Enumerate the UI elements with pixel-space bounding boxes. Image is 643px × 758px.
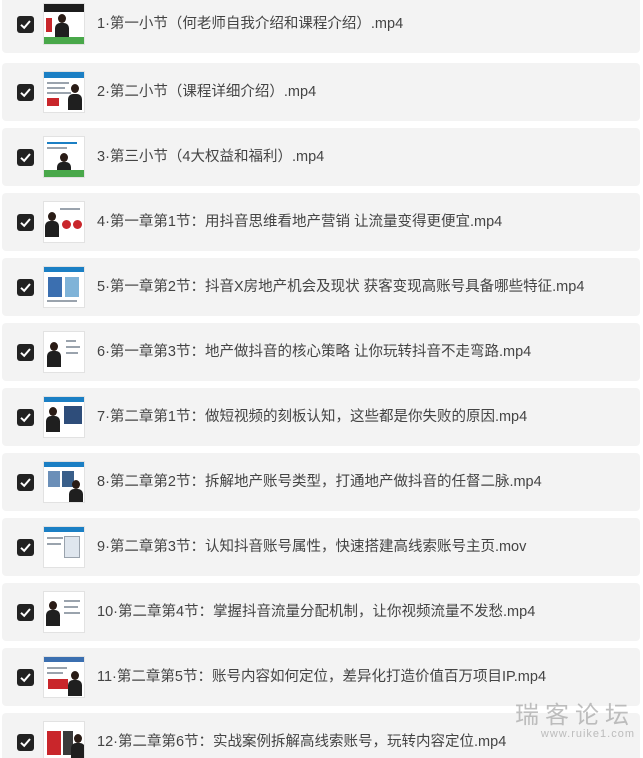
checkbox-checked-icon[interactable]	[17, 16, 34, 33]
list-item[interactable]: 11·第二章第5节：账号内容如何定位，差异化打造价值百万项目IP.mp4	[2, 648, 640, 706]
video-thumbnail	[43, 3, 85, 45]
list-item[interactable]: 9·第二章第3节：认知抖音账号属性，快速搭建高线索账号主页.mov	[2, 518, 640, 576]
video-thumbnail	[43, 461, 85, 503]
file-name: 9·第二章第3节：认知抖音账号属性，快速搭建高线索账号主页.mov	[97, 539, 527, 555]
checkbox-checked-icon[interactable]	[17, 734, 34, 751]
file-name: 6·第一章第3节：地产做抖音的核心策略 让你玩转抖音不走弯路.mp4	[97, 344, 532, 360]
list-item[interactable]: 4·第一章第1节：用抖音思维看地产营销 让流量变得更便宜.mp4	[2, 193, 640, 251]
file-name: 2·第二小节（课程详细介绍）.mp4	[97, 84, 317, 100]
list-item[interactable]: 6·第一章第3节：地产做抖音的核心策略 让你玩转抖音不走弯路.mp4	[2, 323, 640, 381]
video-thumbnail	[43, 331, 85, 373]
video-thumbnail	[43, 721, 85, 758]
checkbox-checked-icon[interactable]	[17, 149, 34, 166]
file-name: 5·第一章第2节：抖音X房地产机会及现状 获客变现高账号具备哪些特征.mp4	[97, 279, 585, 295]
video-thumbnail	[43, 591, 85, 633]
file-name: 11·第二章第5节：账号内容如何定位，差异化打造价值百万项目IP.mp4	[97, 669, 547, 685]
list-item[interactable]: 8·第二章第2节：拆解地产账号类型，打通地产做抖音的任督二脉.mp4	[2, 453, 640, 511]
list-item[interactable]: 1·第一小节（何老师自我介绍和课程介绍）.mp4	[2, 0, 640, 53]
checkbox-checked-icon[interactable]	[17, 474, 34, 491]
video-thumbnail	[43, 656, 85, 698]
file-name: 4·第一章第1节：用抖音思维看地产营销 让流量变得更便宜.mp4	[97, 214, 503, 230]
list-item[interactable]: 12·第二章第6节：实战案例拆解高线索账号，玩转内容定位.mp4	[2, 713, 640, 758]
checkbox-checked-icon[interactable]	[17, 214, 34, 231]
video-thumbnail	[43, 201, 85, 243]
checkbox-checked-icon[interactable]	[17, 539, 34, 556]
file-name: 8·第二章第2节：拆解地产账号类型，打通地产做抖音的任督二脉.mp4	[97, 474, 542, 490]
video-thumbnail	[43, 266, 85, 308]
list-item[interactable]: 7·第二章第1节：做短视频的刻板认知，这些都是你失败的原因.mp4	[2, 388, 640, 446]
checkbox-checked-icon[interactable]	[17, 279, 34, 296]
file-name: 12·第二章第6节：实战案例拆解高线索账号，玩转内容定位.mp4	[97, 734, 507, 750]
checkbox-checked-icon[interactable]	[17, 84, 34, 101]
video-thumbnail	[43, 71, 85, 113]
file-name: 7·第二章第1节：做短视频的刻板认知，这些都是你失败的原因.mp4	[97, 409, 528, 425]
video-thumbnail	[43, 526, 85, 568]
video-file-list: 1·第一小节（何老师自我介绍和课程介绍）.mp4 2·第二小节（课程详细介绍）.…	[0, 0, 643, 758]
checkbox-checked-icon[interactable]	[17, 409, 34, 426]
checkbox-checked-icon[interactable]	[17, 669, 34, 686]
list-item[interactable]: 5·第一章第2节：抖音X房地产机会及现状 获客变现高账号具备哪些特征.mp4	[2, 258, 640, 316]
list-item[interactable]: 2·第二小节（课程详细介绍）.mp4	[2, 63, 640, 121]
checkbox-checked-icon[interactable]	[17, 604, 34, 621]
file-name: 1·第一小节（何老师自我介绍和课程介绍）.mp4	[97, 16, 404, 32]
checkbox-checked-icon[interactable]	[17, 344, 34, 361]
list-item[interactable]: 10·第二章第4节：掌握抖音流量分配机制，让你视频流量不发愁.mp4	[2, 583, 640, 641]
video-thumbnail	[43, 136, 85, 178]
file-name: 10·第二章第4节：掌握抖音流量分配机制，让你视频流量不发愁.mp4	[97, 604, 536, 620]
list-item[interactable]: 3·第三小节（4大权益和福利）.mp4	[2, 128, 640, 186]
video-thumbnail	[43, 396, 85, 438]
file-name: 3·第三小节（4大权益和福利）.mp4	[97, 149, 325, 165]
